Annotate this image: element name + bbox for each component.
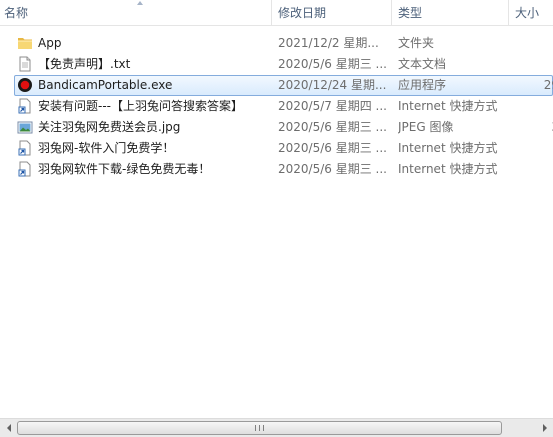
file-name: BandicamPortable.exe [38,78,173,92]
bandicam-record-icon [17,77,35,94]
file-list: App 2021/12/2 星期... 文件夹 【免责声明】.txt 2020/… [0,33,553,180]
file-row[interactable]: 羽兔网-软件入门免费学！ 2020/5/6 星期三 ... Internet 快… [0,138,553,159]
file-type: JPEG 图像 [398,120,454,134]
file-size [515,159,553,180]
column-header-date[interactable]: 修改日期 [272,0,392,26]
column-header-size[interactable]: 大小 [509,0,553,26]
file-explorer-view: 名称 修改日期 类型 大小 App 2021/12/2 星期... 文件夹 【免… [0,0,553,437]
column-header-type-label: 类型 [398,6,423,20]
file-date: 2020/5/6 星期三 ... [278,120,387,134]
text-file-icon [17,56,35,73]
file-date: 2020/5/6 星期三 ... [278,141,387,155]
file-type: 文本文档 [398,57,447,71]
file-size: 29 [543,78,553,92]
column-header-size-label: 大小 [515,6,540,20]
scrollbar-thumb[interactable] [17,421,502,435]
file-name: App [38,36,62,50]
file-date: 2020/5/7 星期四 ... [278,99,387,113]
file-date: 2020/12/24 星期... [278,78,387,92]
file-size [515,96,553,117]
column-header-name[interactable]: 名称 [0,0,272,26]
file-type: Internet 快捷方式 [398,162,498,176]
image-file-icon [17,119,35,136]
file-name: 安装有问题---【上羽兔问答搜索答案】 [38,99,243,113]
file-date: 2020/5/6 星期三 ... [278,57,387,71]
file-size [515,138,553,159]
horizontal-scrollbar[interactable] [0,418,553,437]
file-row[interactable]: 【免责声明】.txt 2020/5/6 星期三 ... 文本文档 [0,54,553,75]
folder-icon [17,35,35,52]
file-name: 羽兔网-软件入门免费学！ [38,141,175,155]
arrow-left-icon [6,424,11,432]
column-header-date-label: 修改日期 [278,6,327,20]
column-header-name-label: 名称 [4,6,29,20]
arrow-right-icon [542,424,547,432]
file-row[interactable]: 羽兔网软件下载-绿色免费无毒！ 2020/5/6 星期三 ... Interne… [0,159,553,180]
file-type: Internet 快捷方式 [398,99,498,113]
scroll-left-button[interactable] [0,419,17,437]
file-date: 2020/5/6 星期三 ... [278,162,387,176]
file-size [515,33,553,54]
file-date: 2021/12/2 星期... [278,36,379,50]
file-size: 3 [515,117,553,138]
file-name: 【免责声明】.txt [38,57,131,71]
file-row-selected[interactable]: BandicamPortable.exe 2020/12/24 星期... 应用… [0,75,553,96]
scroll-right-button[interactable] [536,419,553,437]
column-header-bar: 名称 修改日期 类型 大小 [0,0,553,26]
file-type: 文件夹 [398,36,435,50]
file-row[interactable]: 关注羽兔网免费送会员.jpg 2020/5/6 星期三 ... JPEG 图像 … [0,117,553,138]
internet-shortcut-icon [17,140,35,157]
file-type: Internet 快捷方式 [398,141,498,155]
file-row[interactable]: App 2021/12/2 星期... 文件夹 [0,33,553,54]
internet-shortcut-icon [17,98,35,115]
column-header-type[interactable]: 类型 [392,0,509,26]
internet-shortcut-icon [17,161,35,178]
file-name: 关注羽兔网免费送会员.jpg [38,120,181,134]
grip-icon [255,425,264,431]
file-row[interactable]: 安装有问题---【上羽兔问答搜索答案】 2020/5/7 星期四 ... Int… [0,96,553,117]
file-size [515,54,553,75]
file-type: 应用程序 [398,78,447,92]
file-name: 羽兔网软件下载-绿色免费无毒！ [38,162,211,176]
sort-ascending-icon [137,1,143,5]
